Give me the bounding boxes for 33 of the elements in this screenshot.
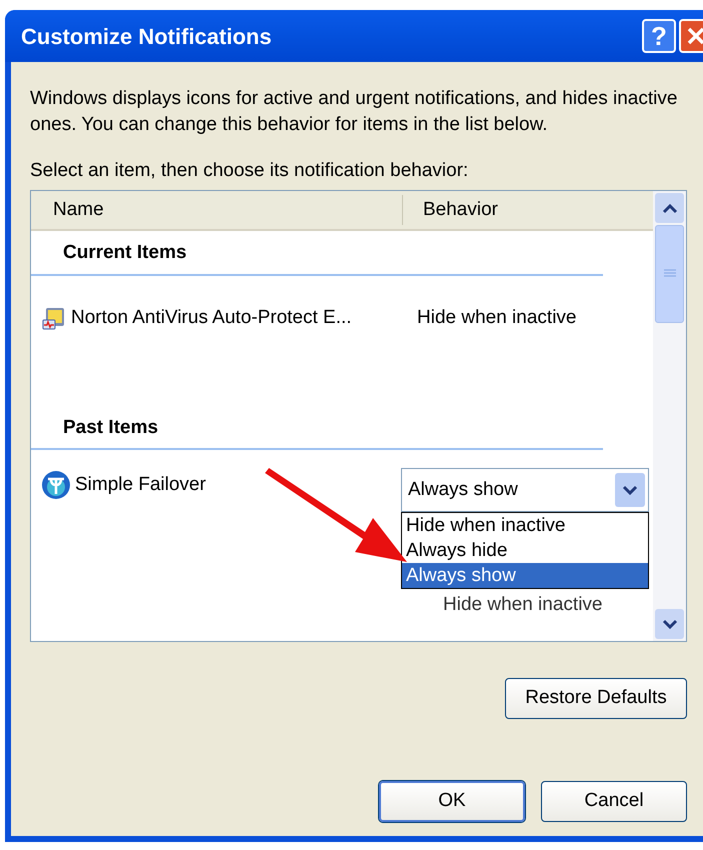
behavior-text: Hide when inactive [442,592,602,617]
scrollbar[interactable] [653,191,686,641]
item-name[interactable]: Simple Failover [75,470,206,500]
item-name[interactable]: Norton AntiVirus Auto-Protect E... [71,304,352,333]
dropdown-option[interactable]: Always hide [402,538,648,563]
globe-icon [41,470,71,500]
column-heading[interactable]: Name [31,195,403,225]
group-heading: Current Items [62,242,187,263]
column-heading[interactable]: Behavior [403,195,498,225]
window-title: Customize Notifications [20,22,273,50]
dialog-button[interactable]: Cancel [541,781,687,822]
dropdown-value: Always show [408,478,519,502]
chevron-down-icon [662,618,678,630]
chevron-down-icon [622,484,638,496]
behavior-text: Hide when inactive [416,306,576,330]
scroll-up-button[interactable] [655,193,684,223]
behavior-dropdown[interactable]: Always show [401,468,649,512]
dropdown-toggle[interactable] [615,473,645,507]
scroll-down-button[interactable] [655,609,684,639]
dropdown-option[interactable]: Hide when inactive [402,513,648,538]
chevron-up-icon [662,202,678,214]
close-button[interactable] [679,19,703,53]
description-text: Windows displays icons for active and urgent notifications, and hides inactive ones. You can change this behavior for items in the list below. [30,87,678,137]
monitor-icon [41,306,67,332]
group-heading: Past Items [62,416,158,438]
scroll-thumb[interactable] [655,225,684,323]
dropdown-option[interactable]: Always show [402,563,648,588]
restore-defaults-button[interactable]: Restore Defaults [505,678,687,719]
close-icon [686,26,703,46]
prompt-text: Select an item, then choose its notification behavior: [30,159,470,183]
help-button[interactable]: ? [642,19,676,53]
grip-icon [664,269,676,279]
dialog-button[interactable]: OK [379,781,525,822]
